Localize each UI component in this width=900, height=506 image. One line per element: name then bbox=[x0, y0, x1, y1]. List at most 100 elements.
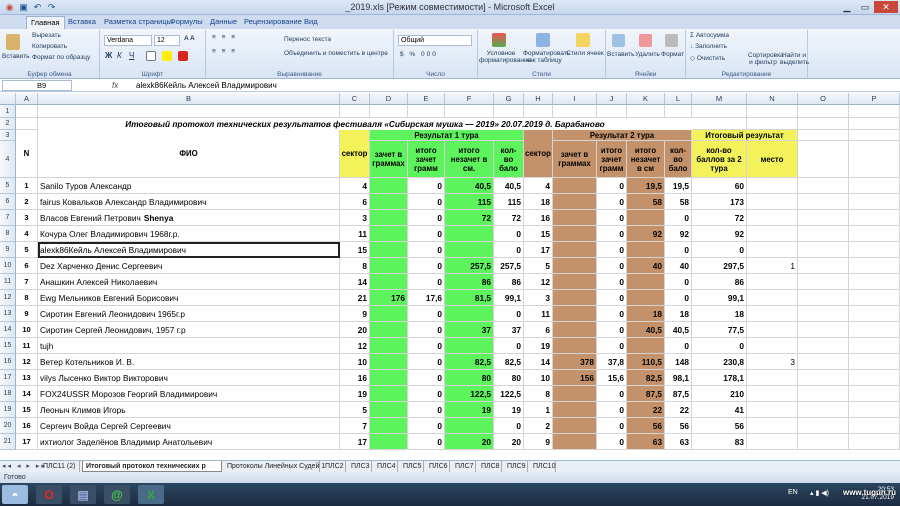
cell-l[interactable]: 0 bbox=[665, 210, 692, 226]
cell-f[interactable]: 72 bbox=[445, 210, 494, 226]
name-box[interactable]: B9 bbox=[2, 80, 72, 91]
maximize-button[interactable]: ▭ bbox=[856, 1, 874, 13]
cell-k[interactable]: 82,5 bbox=[627, 370, 665, 386]
cell-d[interactable] bbox=[370, 242, 408, 258]
cell-f[interactable]: 80 bbox=[445, 370, 494, 386]
cell-i[interactable] bbox=[553, 434, 597, 450]
cell-e[interactable]: 0 bbox=[408, 338, 445, 354]
cell-nn[interactable]: 3 bbox=[747, 354, 798, 370]
cell-e[interactable]: 0 bbox=[408, 274, 445, 290]
cell-nn[interactable]: 1 bbox=[747, 258, 798, 274]
cell-n[interactable]: 9 bbox=[16, 306, 38, 322]
empty-cell[interactable] bbox=[798, 210, 849, 226]
cell-h[interactable]: 18 bbox=[524, 194, 553, 210]
cell-j[interactable]: 0 bbox=[597, 242, 627, 258]
format-cells-icon[interactable] bbox=[665, 34, 678, 47]
cell-l[interactable]: 92 bbox=[665, 226, 692, 242]
cell-f[interactable]: 81,5 bbox=[445, 290, 494, 306]
cell-k[interactable] bbox=[627, 210, 665, 226]
cell-l[interactable]: 0 bbox=[665, 274, 692, 290]
cell-n[interactable]: 11 bbox=[16, 338, 38, 354]
cell-j[interactable]: 0 bbox=[597, 434, 627, 450]
cell-fio[interactable]: fairus Ковальков Александр Владимирович bbox=[38, 194, 340, 210]
cell-n[interactable]: 8 bbox=[16, 290, 38, 306]
row-header[interactable]: 16 bbox=[0, 354, 16, 370]
cell-d[interactable] bbox=[370, 370, 408, 386]
tab-formulas[interactable]: Формулы bbox=[166, 16, 207, 29]
cell-l[interactable]: 56 bbox=[665, 418, 692, 434]
cell-m[interactable]: 72 bbox=[692, 210, 747, 226]
empty-cell[interactable] bbox=[849, 386, 900, 402]
column-header-c[interactable]: C bbox=[340, 93, 370, 105]
empty-cell[interactable] bbox=[849, 290, 900, 306]
cell-g[interactable]: 115 bbox=[494, 194, 524, 210]
sheet-tab[interactable]: ПЛС5 bbox=[400, 461, 424, 472]
empty-cell[interactable] bbox=[849, 370, 900, 386]
save-disk-icon[interactable]: ▤ bbox=[70, 485, 96, 504]
empty-cell[interactable] bbox=[524, 105, 553, 118]
cell-k[interactable]: 92 bbox=[627, 226, 665, 242]
cell-m[interactable]: 99,1 bbox=[692, 290, 747, 306]
cell-c[interactable]: 10 bbox=[340, 354, 370, 370]
grow-font-icon[interactable]: A A bbox=[184, 35, 195, 42]
row-header[interactable]: 14 bbox=[0, 322, 16, 338]
cell-fio[interactable]: Леоныч Климов Игорь bbox=[38, 402, 340, 418]
cell-c[interactable]: 8 bbox=[340, 258, 370, 274]
font-size-select[interactable]: 12 bbox=[154, 35, 180, 46]
align-top-icon[interactable]: ≡ ≡ ≡ bbox=[212, 34, 237, 41]
cell-d[interactable] bbox=[370, 402, 408, 418]
tab-page-layout[interactable]: Разметка страницы bbox=[100, 16, 176, 29]
cell-fio[interactable]: Сиротин Сергей Леонидович, 1957 г.р bbox=[38, 322, 340, 338]
cell-f[interactable]: 20 bbox=[445, 434, 494, 450]
cell-e[interactable]: 0 bbox=[408, 194, 445, 210]
sheet-tab[interactable]: Протоколы Линейных Судей 1 bbox=[224, 461, 325, 472]
column-header-d[interactable]: D bbox=[370, 93, 408, 105]
cell-j[interactable]: 0 bbox=[597, 418, 627, 434]
empty-cell[interactable] bbox=[798, 434, 849, 450]
cell-styles-icon[interactable] bbox=[576, 33, 590, 47]
row-header[interactable]: 1 bbox=[0, 105, 16, 118]
cell-e[interactable]: 0 bbox=[408, 242, 445, 258]
cell-nn[interactable] bbox=[747, 418, 798, 434]
cell-n[interactable]: 16 bbox=[16, 418, 38, 434]
empty-cell[interactable] bbox=[494, 105, 524, 118]
cell-e[interactable]: 0 bbox=[408, 354, 445, 370]
cell-l[interactable]: 40 bbox=[665, 258, 692, 274]
cell-e[interactable]: 0 bbox=[408, 258, 445, 274]
cell-d[interactable] bbox=[370, 178, 408, 194]
sheet-tab[interactable]: ПЛС3 bbox=[348, 461, 372, 472]
empty-cell[interactable] bbox=[798, 418, 849, 434]
delete-cells-icon[interactable] bbox=[639, 34, 652, 47]
cell-k[interactable]: 110,5 bbox=[627, 354, 665, 370]
cell-j[interactable]: 0 bbox=[597, 210, 627, 226]
sheet-tab[interactable]: ПЛС2 bbox=[322, 461, 346, 472]
empty-cell[interactable] bbox=[849, 242, 900, 258]
cell-d[interactable] bbox=[370, 226, 408, 242]
cell-k[interactable] bbox=[627, 242, 665, 258]
empty-cell[interactable] bbox=[849, 118, 900, 130]
cell-c[interactable]: 11 bbox=[340, 226, 370, 242]
column-header-h[interactable]: H bbox=[524, 93, 553, 105]
cell-h[interactable]: 14 bbox=[524, 354, 553, 370]
cell-m[interactable]: 0 bbox=[692, 242, 747, 258]
cell-m[interactable]: 86 bbox=[692, 274, 747, 290]
cell-i[interactable] bbox=[553, 178, 597, 194]
cell-e[interactable]: 0 bbox=[408, 306, 445, 322]
cell-l[interactable]: 87,5 bbox=[665, 386, 692, 402]
cell-c[interactable]: 15 bbox=[340, 242, 370, 258]
cell-n[interactable]: 15 bbox=[16, 402, 38, 418]
cell-fio[interactable]: ихтиолог Заделёнов Владимир Анатольевич bbox=[38, 434, 340, 450]
cell-f[interactable]: 257,5 bbox=[445, 258, 494, 274]
conditional-format-button[interactable]: Условное форматирование bbox=[479, 50, 531, 64]
cell-nn[interactable] bbox=[747, 386, 798, 402]
cell-i[interactable] bbox=[553, 242, 597, 258]
cell-j[interactable]: 0 bbox=[597, 386, 627, 402]
row-header[interactable]: 3 bbox=[0, 130, 16, 141]
cell-h[interactable]: 5 bbox=[524, 258, 553, 274]
cell-i[interactable] bbox=[553, 274, 597, 290]
empty-cell[interactable] bbox=[849, 258, 900, 274]
cell-n[interactable]: 14 bbox=[16, 386, 38, 402]
cell-m[interactable]: 83 bbox=[692, 434, 747, 450]
row-header[interactable]: 5 bbox=[0, 178, 16, 194]
cut-button[interactable]: Вырезать bbox=[32, 32, 61, 39]
